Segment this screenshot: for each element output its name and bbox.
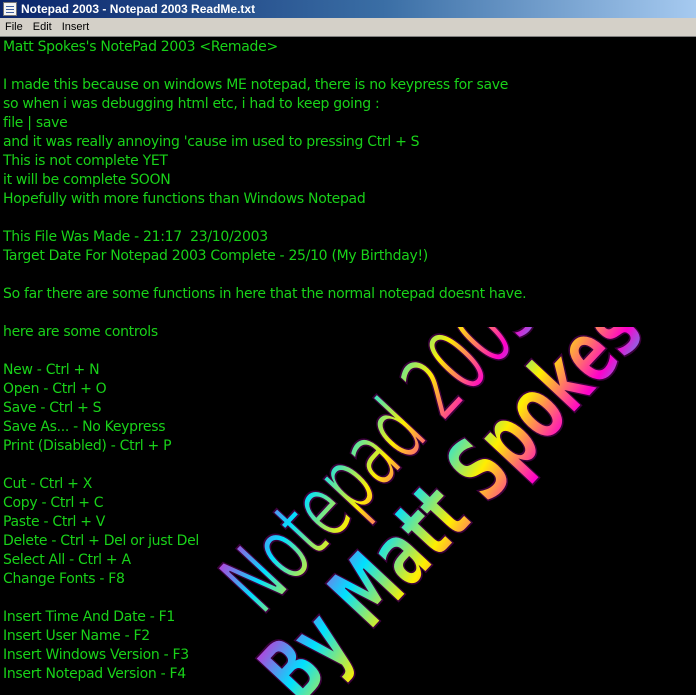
menu-file[interactable]: File xyxy=(0,19,28,36)
document-text[interactable]: Matt Spokes's NotePad 2003 <Remade> I ma… xyxy=(3,38,527,684)
menu-bar: File Edit Insert xyxy=(0,18,696,37)
text-editor-area[interactable]: Matt Spokes's NotePad 2003 <Remade> I ma… xyxy=(0,37,696,695)
title-bar[interactable]: Notepad 2003 - Notepad 2003 ReadMe.txt xyxy=(0,0,696,18)
window-title: Notepad 2003 - Notepad 2003 ReadMe.txt xyxy=(21,2,256,16)
menu-insert[interactable]: Insert xyxy=(57,19,95,36)
notepad-icon[interactable] xyxy=(3,2,17,16)
menu-edit[interactable]: Edit xyxy=(28,19,57,36)
